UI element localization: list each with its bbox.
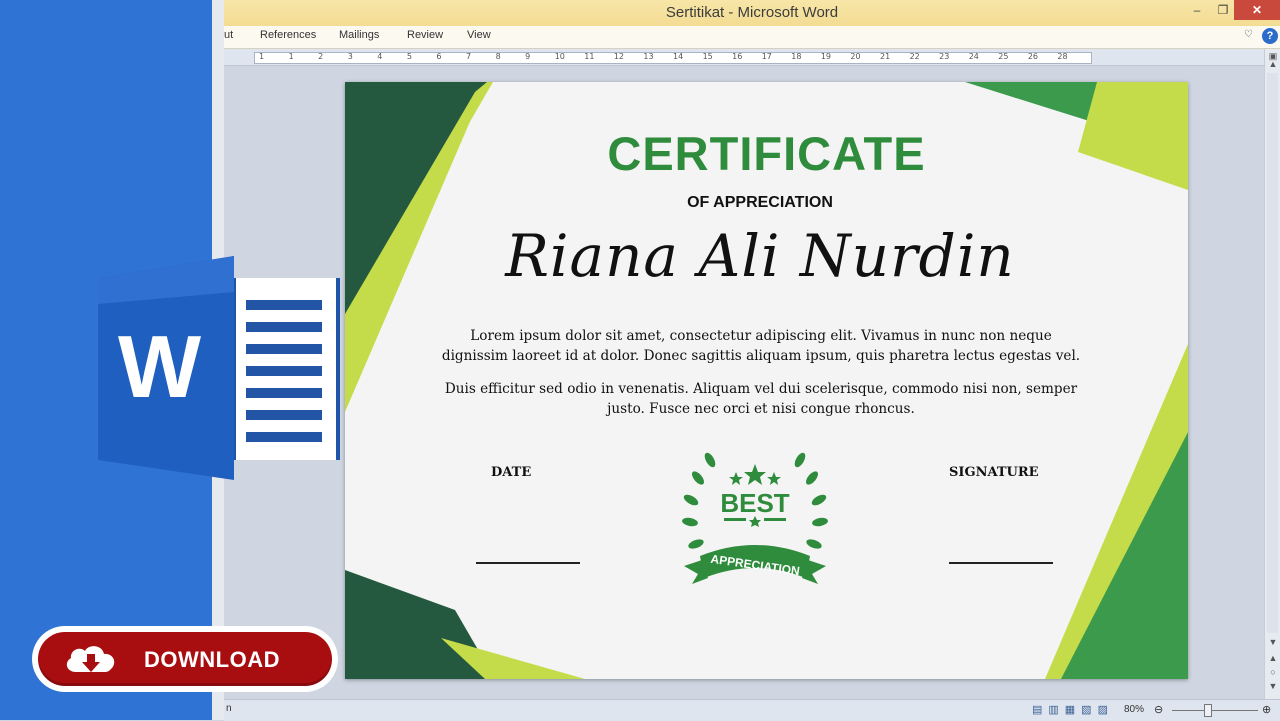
ruler-number: 13 [643,52,654,61]
date-line [476,562,580,564]
ruler-track: 1 1 2 3 4 5 6 7 8 9 10 11 12 13 14 15 16 17 18 19 20 21 22 23 24… [254,52,1092,64]
download-label: DOWNLOAD [144,647,280,672]
select-browse-object-icon[interactable]: ○ [1265,667,1280,677]
ruler-number: 20 [850,52,861,61]
ruler-number: 14 [673,52,684,61]
ruler-number: 22 [909,52,920,61]
scroll-down-icon[interactable]: ▼ [1265,637,1280,647]
vertical-scrollbar[interactable]: ▣ ▲ ▼ ▲ ○ ▼ [1264,49,1280,699]
ruler-number: 5 [406,52,412,61]
date-label: DATE [491,465,532,480]
body-paragraph-1: Lorem ipsum dolor sit amet, consectetur … [441,328,1081,364]
signature-label: SIGNATURE [949,465,1039,480]
window-title: Sertitikat - Microsoft Word [665,4,839,21]
previous-page-icon[interactable]: ▲ [1265,653,1280,663]
ruler-ticks: 1 1 2 3 4 5 6 7 8 9 10 11 12 13 14 15 16 17 18 19 20 21 22 23 24… [255,52,1091,63]
zoom-out-icon[interactable]: ⊖ [1154,703,1163,716]
horizontal-ruler[interactable]: 1 1 2 3 4 5 6 7 8 9 10 11 12 13 14 15 16 17 18 19 20 21 22 23 24… [224,49,1264,66]
ruler-number: 19 [820,52,832,61]
help-icon[interactable]: ? [1262,28,1278,44]
ruler-number: 6 [436,52,442,61]
signature-line [949,562,1053,564]
ruler-number: 28 [1057,52,1068,61]
restore-button[interactable]: ❐ [1210,0,1236,20]
title-bar: Sertitikat - Microsoft Word – ❐ ✕ [224,0,1280,26]
recipient-name: Riana Ali Nurdin [505,222,1015,290]
tab-mailings[interactable]: Mailings [339,29,379,41]
certificate-subheading: OF APPRECIATION [687,194,833,211]
ruler-number: 4 [377,52,383,61]
status-language[interactable]: n [226,703,232,714]
ruler-number: 12 [613,52,625,61]
ribbon-collapse-icon[interactable]: ♡ [1244,29,1253,40]
download-button[interactable]: DOWNLOAD [32,626,338,692]
zoom-in-icon[interactable]: ⊕ [1262,703,1271,716]
ruler-number: 7 [466,52,472,61]
ruler-number: 10 [554,52,565,61]
ruler-number: 21 [880,52,891,61]
ruler-number: 18 [791,52,802,61]
ruler-number: 11 [584,52,595,61]
certificate-heading: CERTIFICATE [607,127,926,180]
zoom-slider[interactable] [1172,710,1258,711]
document-page[interactable]: CERTIFICATE OF APPRECIATION Riana Ali Nu… [345,82,1188,679]
zoom-level[interactable]: 80% [1124,704,1144,715]
word-logo-letter: W [118,317,202,416]
status-bar: n ▤▥▦▧▨ ⊖ ⊕ [224,699,1280,721]
ruler-number: 1 [288,52,294,61]
next-page-icon[interactable]: ▼ [1265,681,1280,691]
ruler-number: 17 [761,52,772,61]
close-button[interactable]: ✕ [1234,0,1280,20]
ruler-number: 9 [525,52,531,61]
scroll-up-icon[interactable]: ▲ [1265,59,1280,69]
ruler-number: 15 [702,52,713,61]
ruler-number: 24 [968,52,979,61]
word-logo-icon: W [98,252,342,489]
ruler-number: 16 [732,52,743,61]
tab-view[interactable]: View [467,29,491,41]
badge-best-text: BEST [720,488,789,518]
cloud-download-icon [62,642,120,681]
zoom-slider-thumb[interactable] [1204,704,1212,717]
ruler-number: 23 [939,52,950,61]
tab-layout[interactable]: ut [224,29,233,41]
ruler-number: 3 [347,52,353,61]
tab-references[interactable]: References [260,29,316,41]
minimize-button[interactable]: – [1184,0,1210,20]
ruler-number: 1 [259,52,265,61]
body-paragraph-2: Duis efficitur sed odio in venenatis. Al… [444,381,1078,417]
view-buttons-icon[interactable]: ▤▥▦▧▨ [1032,703,1114,716]
download-button-face[interactable]: DOWNLOAD [38,632,332,686]
ribbon-tabs: ut References Mailings Review View ♡ ? [224,26,1280,49]
ruler-number: 2 [318,52,324,61]
ruler-number: 25 [998,52,1009,61]
best-appreciation-badge: BEST APPRECIATION [680,448,830,601]
ruler-number: 8 [495,52,501,61]
tab-review[interactable]: Review [407,29,443,41]
scroll-thumb[interactable] [1267,73,1278,633]
ruler-number: 26 [1027,52,1039,61]
